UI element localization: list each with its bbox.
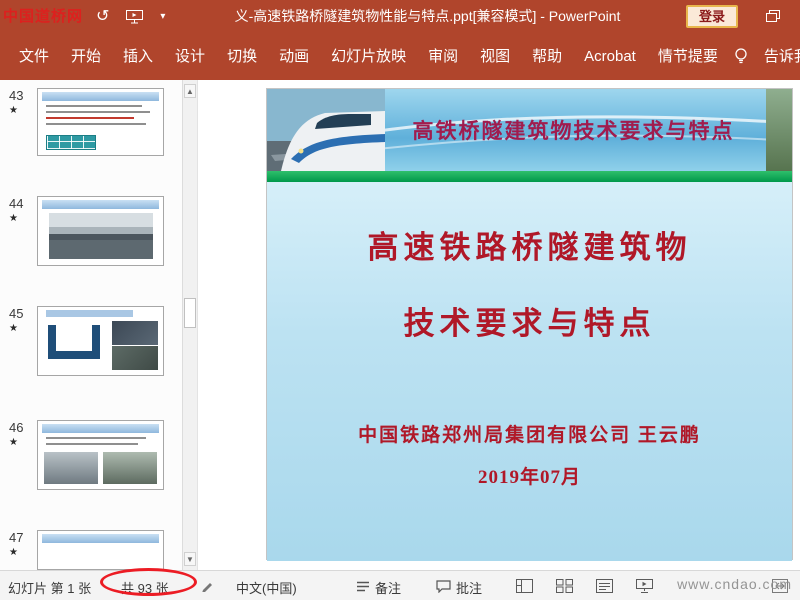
animation-star-icon: ★	[9, 323, 18, 334]
banner-title-text: 高铁桥隧建筑物技术要求与特点	[412, 119, 735, 143]
tab-slideshow[interactable]: 幻灯片放映	[320, 33, 417, 80]
slide-number: 43	[9, 88, 24, 103]
tab-help[interactable]: 帮助	[521, 33, 573, 80]
slide-46-thumbnail[interactable]	[37, 420, 164, 490]
customize-qat-icon[interactable]: ▾	[160, 11, 165, 22]
slide-44-thumbnail[interactable]	[37, 196, 164, 266]
title-bar: ↺ ▾ 义-高速铁路桥隧建筑物性能与特点.ppt[兼容模式] - PowerPo…	[0, 0, 800, 33]
slide-date: 2019年07月	[477, 467, 581, 488]
notes-button[interactable]: 备注	[375, 578, 401, 597]
green-divider-bar	[267, 171, 792, 182]
notes-icon	[356, 580, 370, 595]
watermark-top-left: 中国道桥网	[3, 8, 84, 25]
scroll-down-button[interactable]: ▼	[184, 552, 196, 566]
slide-number: 47	[9, 530, 24, 545]
thumb-title-decor	[46, 310, 133, 317]
language-indicator[interactable]: 中文(中国)	[236, 578, 297, 597]
workspace: 43 ★ 44 ★ 45 ★ 46 ★ 47 ★ ▲ ▼ 高铁桥隧建筑物技术要求…	[0, 80, 800, 570]
pen-icon[interactable]	[201, 579, 214, 595]
comments-icon	[436, 580, 451, 596]
normal-view-button[interactable]	[516, 579, 533, 596]
slide-canvas: 高铁桥隧建筑物技术要求与特点 高速铁路桥隧建筑物 技术要求与特点 中国铁路郑州局…	[198, 80, 800, 570]
lightbulb-icon	[729, 48, 753, 65]
slide-number: 45	[9, 306, 24, 321]
undo-icon[interactable]: ↺	[96, 8, 109, 25]
quick-access-toolbar: ↺ ▾	[96, 0, 165, 33]
slide-number: 46	[9, 420, 24, 435]
slide-47-thumbnail[interactable]	[37, 530, 164, 570]
scroll-up-button[interactable]: ▲	[184, 84, 196, 98]
slide-count-text: 共 93 张	[121, 581, 169, 596]
thumb-table-decor	[46, 135, 96, 150]
animation-star-icon: ★	[9, 105, 18, 116]
tab-file[interactable]: 文件	[8, 33, 60, 80]
thumb-text-decor	[46, 105, 142, 107]
thumb-text-decor	[46, 111, 150, 113]
animation-star-icon: ★	[9, 437, 18, 448]
thumb-text-decor	[46, 443, 138, 445]
tell-me-box[interactable]: 告诉我	[753, 33, 800, 80]
slide-banner: 高铁桥隧建筑物技术要求与特点	[267, 89, 792, 171]
powerpoint-window: ↺ ▾ 义-高速铁路桥隧建筑物性能与特点.ppt[兼容模式] - PowerPo…	[0, 0, 800, 600]
tab-acrobat[interactable]: Acrobat	[573, 33, 647, 80]
tab-review[interactable]: 审阅	[417, 33, 469, 80]
sign-in-button[interactable]: 登录	[686, 5, 738, 28]
slide-sorter-view-button[interactable]	[556, 579, 573, 596]
banner-right-photo	[766, 89, 792, 171]
thumb-title-decor	[42, 534, 159, 543]
slide-position-text: 幻灯片 第 1 张	[8, 581, 92, 596]
window-restore-icon[interactable]	[766, 10, 780, 28]
slide-45-thumbnail[interactable]	[37, 306, 164, 376]
slide-title-line1: 高速铁路桥隧建筑物	[367, 230, 692, 265]
thumbnails-scrollbar[interactable]: ▲ ▼	[182, 80, 197, 570]
thumb-title-decor	[42, 200, 159, 209]
tab-insert[interactable]: 插入	[112, 33, 164, 80]
slide-43-thumbnail[interactable]	[37, 88, 164, 156]
tab-design[interactable]: 设计	[164, 33, 216, 80]
current-slide[interactable]: 高铁桥隧建筑物技术要求与特点 高速铁路桥隧建筑物 技术要求与特点 中国铁路郑州局…	[266, 88, 793, 561]
scrollbar-thumb[interactable]	[184, 298, 196, 328]
thumb-title-decor	[42, 424, 159, 433]
watermark-bottom-right: www.cndao.com	[677, 576, 792, 592]
slideshow-view-button[interactable]	[636, 579, 653, 596]
comments-button[interactable]: 批注	[456, 578, 482, 597]
reading-view-button[interactable]	[596, 579, 613, 596]
tab-storyboarding[interactable]: 情节提要	[647, 33, 729, 80]
tab-animations[interactable]: 动画	[268, 33, 320, 80]
animation-star-icon: ★	[9, 213, 18, 224]
animation-star-icon: ★	[9, 547, 18, 558]
window-title: 义-高速铁路桥隧建筑物性能与特点.ppt[兼容模式] - PowerPoint	[234, 8, 621, 24]
thumb-title-decor	[42, 92, 159, 101]
slide-title-line2: 技术要求与特点	[403, 306, 656, 341]
train-photo	[267, 89, 385, 171]
thumb-photo-decor	[112, 321, 158, 345]
thumb-photo-decor	[103, 452, 157, 484]
thumb-text-decor	[46, 117, 134, 119]
tab-home[interactable]: 开始	[60, 33, 112, 80]
slide-thumbnail-panel: 43 ★ 44 ★ 45 ★ 46 ★ 47 ★ ▲ ▼	[0, 80, 198, 570]
thumb-text-decor	[46, 123, 146, 125]
thumb-diagram-decor	[48, 325, 100, 359]
slide-author: 中国铁路郑州局集团有限公司 王云鹏	[358, 425, 701, 446]
thumb-bridge-decor	[48, 233, 153, 240]
thumb-text-decor	[46, 437, 146, 439]
tab-transitions[interactable]: 切换	[216, 33, 268, 80]
slide-number: 44	[9, 196, 24, 211]
thumb-photo-decor	[48, 213, 153, 259]
thumb-photo-decor	[112, 346, 158, 370]
ribbon-tab-bar: 文件 开始 插入 设计 切换 动画 幻灯片放映 审阅 视图 帮助 Acrobat…	[0, 33, 800, 80]
thumb-photo-decor	[44, 452, 98, 484]
tab-view[interactable]: 视图	[469, 33, 521, 80]
slideshow-from-start-icon[interactable]	[126, 9, 144, 24]
slide-body: 高速铁路桥隧建筑物 技术要求与特点 中国铁路郑州局集团有限公司 王云鹏 2019…	[267, 182, 792, 561]
